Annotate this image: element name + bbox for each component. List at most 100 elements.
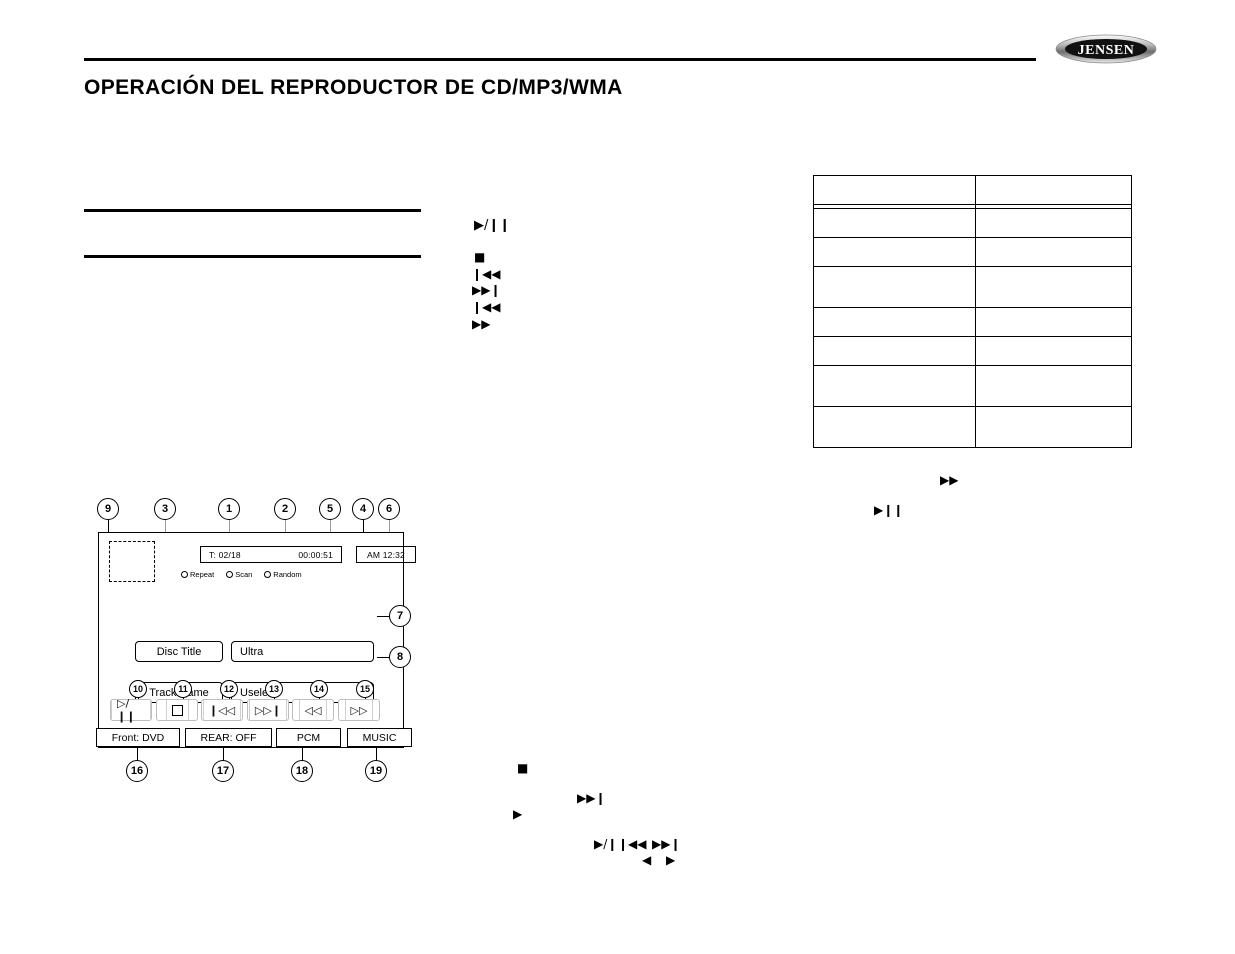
previous-track-button[interactable]: ❙◁◁ [201, 699, 243, 721]
callout-3: 3 [154, 498, 176, 520]
radio-dot-icon [226, 570, 234, 578]
callout-19: 19 [365, 760, 387, 782]
table-cell [813, 208, 976, 238]
stop-icon-bottom: ■ [517, 761, 529, 775]
table-row [813, 237, 1132, 267]
radio-scan[interactable]: Scan [226, 570, 252, 579]
header-divider [84, 58, 1036, 61]
right-arrow-icon: ▶ [666, 853, 676, 867]
table-cell [813, 307, 976, 337]
callout-12: 12 [220, 680, 238, 698]
table-cell [975, 406, 1132, 448]
table-cell [813, 406, 976, 448]
status-audio-format[interactable]: PCM [276, 728, 341, 747]
table-cell [813, 175, 976, 205]
rewind-icon: ◁◁ [298, 700, 328, 720]
svg-text:JENSEN: JENSEN [1078, 43, 1135, 58]
fast-forward-icon: ▶▶ [472, 317, 491, 331]
play-pause-icon: ▷/❙❙ [111, 697, 151, 723]
play-icon-bottom: ▶ [513, 807, 523, 821]
section-divider-top [84, 209, 421, 212]
callout-13: 13 [265, 680, 283, 698]
status-rear-source[interactable]: REAR: OFF [185, 728, 272, 747]
next-track-icon-bottom-2: ▶▶❙ [652, 837, 681, 851]
next-track-icon: ▶▶❙ [472, 283, 501, 297]
table-cell [813, 266, 976, 308]
radio-repeat[interactable]: Repeat [181, 570, 214, 579]
play-pause-icon: ▶/❙❙ [474, 218, 511, 233]
radio-label-scan: Scan [235, 569, 253, 579]
track-number: T: 02/18 [209, 549, 241, 560]
radio-dot-icon [264, 570, 272, 578]
callout-9: 9 [97, 498, 119, 520]
callout-10: 10 [129, 680, 147, 698]
table-row [813, 365, 1132, 407]
fast-forward-icon: ▷▷ [344, 700, 374, 720]
table-cell [975, 266, 1132, 308]
playback-mode-radios: Repeat Scan Random [181, 568, 381, 580]
stop-icon: ■ [474, 250, 486, 264]
table-cell [975, 336, 1132, 366]
info-bar: T: 02/18 00:00:51 [200, 546, 342, 563]
player-screen-diagram: 9 3 1 2 5 4 6 T: 02/18 00:00:51 AM 12:32 [90, 498, 420, 793]
table-cell [813, 365, 976, 407]
status-media-type[interactable]: MUSIC [347, 728, 412, 747]
table-cell [975, 237, 1132, 267]
callout-18: 18 [291, 760, 313, 782]
jensen-logo: JENSEN [1055, 34, 1157, 64]
next-track-icon: ▷▷❙ [248, 700, 288, 720]
stop-button[interactable] [156, 699, 198, 721]
transport-controls: ▷/❙❙ ❙◁◁ ▷▷❙ ◁◁ ▷▷ [110, 697, 402, 723]
disc-title-label: Disc Title [135, 641, 223, 662]
next-track-button[interactable]: ▷▷❙ [247, 699, 289, 721]
table-row [813, 208, 1132, 238]
fast-forward-icon-right: ▶▶ [940, 473, 959, 487]
rewind-button[interactable]: ◁◁ [292, 699, 334, 721]
table-row [813, 406, 1132, 448]
callout-17: 17 [212, 760, 234, 782]
table-row [813, 336, 1132, 366]
table-cell [813, 237, 976, 267]
table-cell [975, 208, 1132, 238]
section-divider-bottom [84, 255, 421, 258]
spec-table [813, 175, 1132, 448]
table-row [813, 175, 1132, 205]
disc-title-value[interactable]: Ultra [231, 641, 374, 662]
callout-8: 8 [389, 646, 411, 668]
next-track-icon-bottom: ▶▶❙ [577, 791, 606, 805]
table-cell [975, 307, 1132, 337]
callout-2: 2 [274, 498, 296, 520]
previous-track-icon-bottom: ❙◀◀ [618, 837, 647, 851]
callout-11: 11 [174, 680, 192, 698]
callout-4: 4 [352, 498, 374, 520]
status-front-source[interactable]: Front: DVD [96, 728, 180, 747]
table-cell [975, 365, 1132, 407]
document-page: JENSEN OPERACIÓN DEL REPRODUCTOR DE CD/M… [0, 0, 1235, 954]
table-cell [813, 336, 976, 366]
radio-random[interactable]: Random [264, 569, 302, 579]
table-row [813, 307, 1132, 337]
album-art-placeholder [109, 541, 155, 582]
callout-16: 16 [126, 760, 148, 782]
rewind-icon: ❙◀◀ [472, 300, 501, 314]
status-bar: Front: DVD REAR: OFF PCM MUSIC [96, 728, 412, 747]
stop-icon [165, 700, 189, 720]
callout-15: 15 [356, 680, 374, 698]
fast-forward-button[interactable]: ▷▷ [338, 699, 380, 721]
left-arrow-icon: ◀ [642, 853, 652, 867]
callout-5: 5 [319, 498, 341, 520]
radio-dot-icon [181, 570, 188, 578]
clock-display: AM 12:32 [356, 546, 416, 563]
play-pause-button[interactable]: ▷/❙❙ [110, 697, 152, 723]
callout-6: 6 [378, 498, 400, 520]
elapsed-time: 00:00:51 [298, 549, 333, 560]
callout-7: 7 [389, 605, 411, 627]
radio-label-repeat: Repeat [190, 569, 215, 579]
previous-track-icon: ❙◀◀ [472, 267, 501, 281]
disc-title-row: Disc Title Ultra [135, 641, 374, 662]
play-pause-icon-right: ▶❙❙ [874, 503, 904, 517]
radio-label-random: Random [273, 569, 302, 579]
table-cell [975, 175, 1132, 205]
callout-1: 1 [218, 498, 240, 520]
page-title: OPERACIÓN DEL REPRODUCTOR DE CD/MP3/WMA [84, 76, 623, 99]
